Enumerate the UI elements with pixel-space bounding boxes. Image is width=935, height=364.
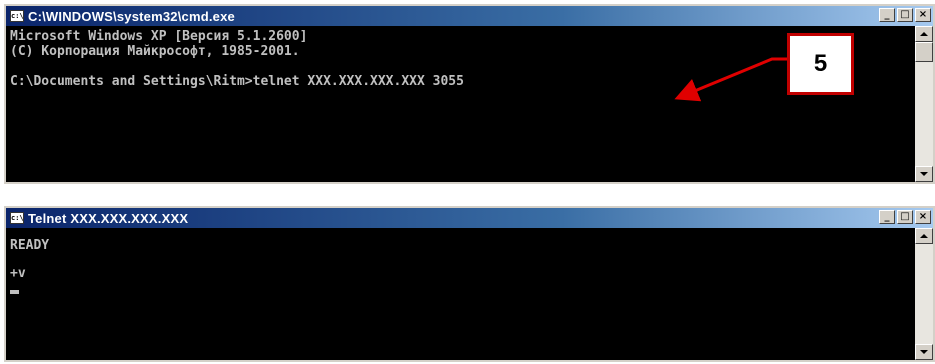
telnet-window: c:\ Telnet XXX.XXX.XXX.XXX _ □ × READY +…	[4, 206, 935, 362]
telnet-titlebar[interactable]: c:\ Telnet XXX.XXX.XXX.XXX _ □ ×	[6, 208, 933, 228]
close-button[interactable]: ×	[915, 8, 931, 22]
arrow-down-icon	[920, 172, 928, 176]
arrow-down-icon	[920, 350, 928, 354]
cmd-console-output[interactable]: Microsoft Windows XP [Версия 5.1.2600] (…	[6, 26, 915, 182]
cmd-scrollbar[interactable]	[915, 26, 933, 182]
close-button[interactable]: ×	[915, 210, 931, 224]
console-line: Microsoft Windows XP [Версия 5.1.2600]	[10, 29, 308, 44]
console-line: +v	[10, 266, 26, 281]
cmd-titlebar[interactable]: c:\ C:\WINDOWS\system32\cmd.exe _ □ ×	[6, 6, 933, 26]
console-line: (С) Корпорация Майкрософт, 1985-2001.	[10, 44, 300, 59]
cmd-window-title: C:\WINDOWS\system32\cmd.exe	[28, 8, 235, 24]
console-app-icon[interactable]: c:\	[10, 10, 24, 22]
console-app-icon[interactable]: c:\	[10, 212, 24, 224]
scroll-up-button[interactable]	[915, 26, 933, 42]
minimize-button[interactable]: _	[879, 210, 895, 224]
console-line-command: C:\Documents and Settings\Ritm>telnet XX…	[10, 74, 464, 89]
arrow-up-icon	[920, 234, 928, 238]
maximize-button[interactable]: □	[897, 210, 913, 224]
scroll-thumb[interactable]	[915, 42, 933, 62]
console-cursor	[10, 281, 911, 299]
text-cursor-icon	[10, 290, 19, 294]
telnet-window-title: Telnet XXX.XXX.XXX.XXX	[28, 210, 189, 226]
minimize-button[interactable]: _	[879, 8, 895, 22]
telnet-scrollbar[interactable]	[915, 228, 933, 360]
window-controls: _ □ ×	[879, 8, 931, 22]
step-number-callout: 5	[787, 33, 854, 95]
scroll-down-button[interactable]	[915, 344, 933, 360]
console-line: READY	[10, 238, 50, 253]
arrow-up-icon	[920, 32, 928, 36]
maximize-button[interactable]: □	[897, 8, 913, 22]
window-controls: _ □ ×	[879, 210, 931, 224]
scroll-up-button[interactable]	[915, 228, 933, 244]
telnet-console-output[interactable]: READY +v	[6, 228, 915, 360]
scroll-down-button[interactable]	[915, 166, 933, 182]
